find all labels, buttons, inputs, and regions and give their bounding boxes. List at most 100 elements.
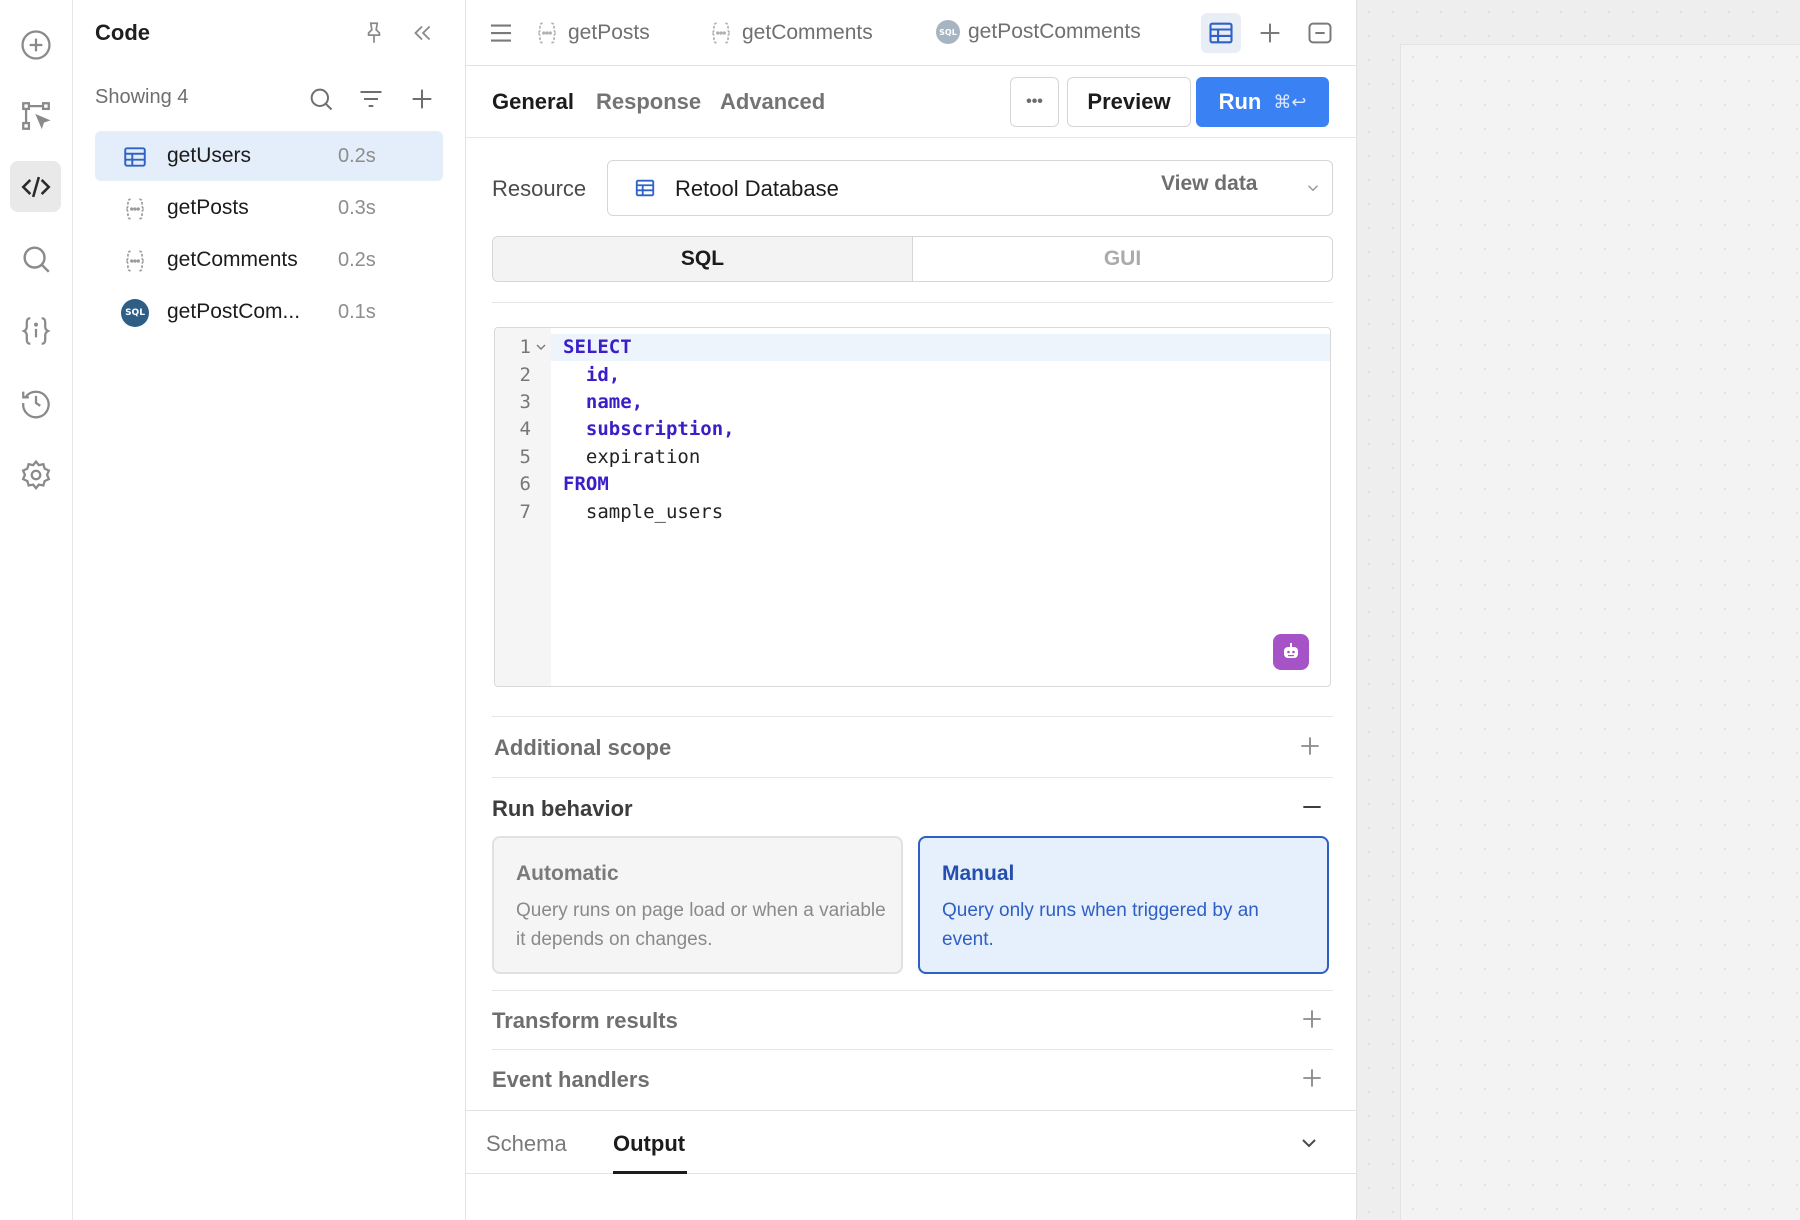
minimize-panel-icon[interactable] xyxy=(1300,13,1340,53)
divider xyxy=(492,716,1333,717)
canvas-grid xyxy=(1357,0,1800,44)
expand-plus-icon[interactable] xyxy=(1299,1006,1325,1032)
collapse-minus-icon[interactable] xyxy=(1299,794,1325,820)
more-options-button[interactable]: ••• xyxy=(1010,77,1059,127)
cursor-select-icon[interactable] xyxy=(10,90,61,141)
divider xyxy=(492,990,1333,991)
query-name: getPosts xyxy=(167,196,249,219)
tab-output[interactable]: Output xyxy=(613,1131,685,1157)
resource-label: Resource xyxy=(492,176,587,201)
event-handlers-title[interactable]: Event handlers xyxy=(492,1067,650,1093)
collapse-icon[interactable] xyxy=(407,18,437,48)
query-time: 0.2s xyxy=(338,145,376,167)
table-view-icon[interactable] xyxy=(1201,13,1241,53)
divider xyxy=(492,777,1333,778)
tab-getposts[interactable]: getPosts xyxy=(534,20,650,46)
query-item-getpostcomments[interactable]: SQL getPostCom... 0.1s xyxy=(95,287,443,337)
run-button[interactable]: Run ⌘↩ xyxy=(1196,77,1329,127)
code-line: id, xyxy=(563,364,621,386)
tab-general[interactable]: General xyxy=(492,89,574,115)
history-icon[interactable] xyxy=(10,377,61,428)
option-description: Query runs on page load or when a variab… xyxy=(516,900,886,950)
option-title: Manual xyxy=(942,862,1015,885)
fold-chevron-icon[interactable] xyxy=(536,342,546,352)
tab-getcomments[interactable]: getComments xyxy=(708,20,873,46)
line-number: 3 xyxy=(519,391,531,413)
tab-advanced[interactable]: Advanced xyxy=(720,89,825,115)
resource-name: Retool Database xyxy=(675,176,839,201)
line-number: 7 xyxy=(519,501,531,523)
query-name: getPostCom... xyxy=(167,300,301,323)
tab-label: getPostComments xyxy=(968,20,1141,43)
additional-scope-title[interactable]: Additional scope xyxy=(494,735,671,761)
menu-icon[interactable] xyxy=(486,18,516,48)
manual-option[interactable]: Manual Query only runs when triggered by… xyxy=(918,836,1329,974)
line-number: 6 xyxy=(519,473,531,495)
preview-button[interactable]: Preview xyxy=(1067,77,1191,127)
search-icon[interactable] xyxy=(10,233,61,284)
automatic-option[interactable]: Automatic Query runs on page load or whe… xyxy=(492,836,903,974)
query-tab-bar: getPosts getComments SQL getPostComments xyxy=(466,0,1357,66)
tab-label: getPosts xyxy=(568,21,650,44)
filter-icon[interactable] xyxy=(355,83,387,115)
gui-mode-button[interactable]: GUI xyxy=(913,237,1332,281)
tab-getpostcomments[interactable]: SQL getPostComments xyxy=(936,20,1141,44)
js-braces-icon xyxy=(121,195,149,223)
ai-assist-icon[interactable] xyxy=(1273,634,1309,670)
tab-label: getComments xyxy=(742,21,873,44)
line-number: 2 xyxy=(519,364,531,386)
sql-badge: SQL xyxy=(121,299,149,327)
search-queries-icon[interactable] xyxy=(305,83,337,115)
line-number: 5 xyxy=(519,446,531,468)
query-name: getUsers xyxy=(167,144,252,167)
query-item-getposts[interactable]: getPosts 0.3s xyxy=(95,183,443,233)
code-line: sample_users xyxy=(563,501,724,523)
code-line: name, xyxy=(563,391,644,413)
code-panel: Code Showing 4 getUsers 0.2s getPosts 0.… xyxy=(73,0,466,1220)
expand-plus-icon[interactable] xyxy=(1299,1065,1325,1091)
chevron-down-icon xyxy=(1307,185,1319,192)
divider xyxy=(492,302,1333,303)
view-data-link[interactable]: View data xyxy=(1161,172,1258,196)
new-tab-icon[interactable] xyxy=(1250,13,1290,53)
query-item-getcomments[interactable]: getComments 0.2s xyxy=(95,235,443,285)
js-braces-icon xyxy=(121,247,149,275)
run-behavior-title[interactable]: Run behavior xyxy=(492,796,633,822)
expand-plus-icon[interactable] xyxy=(1297,733,1323,759)
tab-response[interactable]: Response xyxy=(596,89,701,115)
state-icon[interactable] xyxy=(10,305,61,356)
sql-icon: SQL xyxy=(121,299,149,327)
transform-results-title[interactable]: Transform results xyxy=(492,1008,678,1034)
sql-editor[interactable]: 1 SELECT 2 id, 3 name, 4 subscription, 5… xyxy=(494,327,1331,687)
option-title: Automatic xyxy=(516,862,619,885)
code-icon[interactable] xyxy=(10,161,61,212)
pin-icon[interactable] xyxy=(359,18,389,48)
chevron-down-icon[interactable] xyxy=(1297,1131,1321,1155)
add-icon[interactable] xyxy=(10,19,61,70)
add-query-icon[interactable] xyxy=(406,83,438,115)
canvas-grid xyxy=(1357,0,1400,1220)
database-table-icon xyxy=(635,179,655,197)
settings-icon[interactable] xyxy=(10,449,61,500)
option-description: Query only runs when triggered by an eve… xyxy=(942,900,1259,950)
line-number: 1 xyxy=(519,336,531,358)
query-editor: getPosts getComments SQL getPostComments… xyxy=(466,0,1357,1220)
query-time: 0.1s xyxy=(338,301,376,323)
run-label: Run xyxy=(1218,89,1262,114)
query-name: getComments xyxy=(167,248,298,271)
line-number: 4 xyxy=(519,418,531,440)
app-canvas[interactable] xyxy=(1400,44,1800,1220)
editor-toolbar: General Response Advanced ••• Preview Ru… xyxy=(466,66,1357,138)
panel-title: Code xyxy=(95,20,150,45)
active-tab-indicator xyxy=(613,1171,687,1174)
sql-icon: SQL xyxy=(936,20,960,44)
sql-mode-button[interactable]: SQL xyxy=(493,237,913,281)
js-braces-icon xyxy=(535,22,559,44)
resource-select[interactable]: Retool Database View data xyxy=(607,160,1333,216)
tab-schema[interactable]: Schema xyxy=(486,1131,567,1157)
divider xyxy=(492,1049,1333,1050)
code-line: subscription, xyxy=(563,418,735,440)
results-tab-bar: Schema Output xyxy=(466,1110,1357,1174)
query-item-getusers[interactable]: getUsers 0.2s xyxy=(95,131,443,181)
mode-toggle: SQL GUI xyxy=(492,236,1333,282)
